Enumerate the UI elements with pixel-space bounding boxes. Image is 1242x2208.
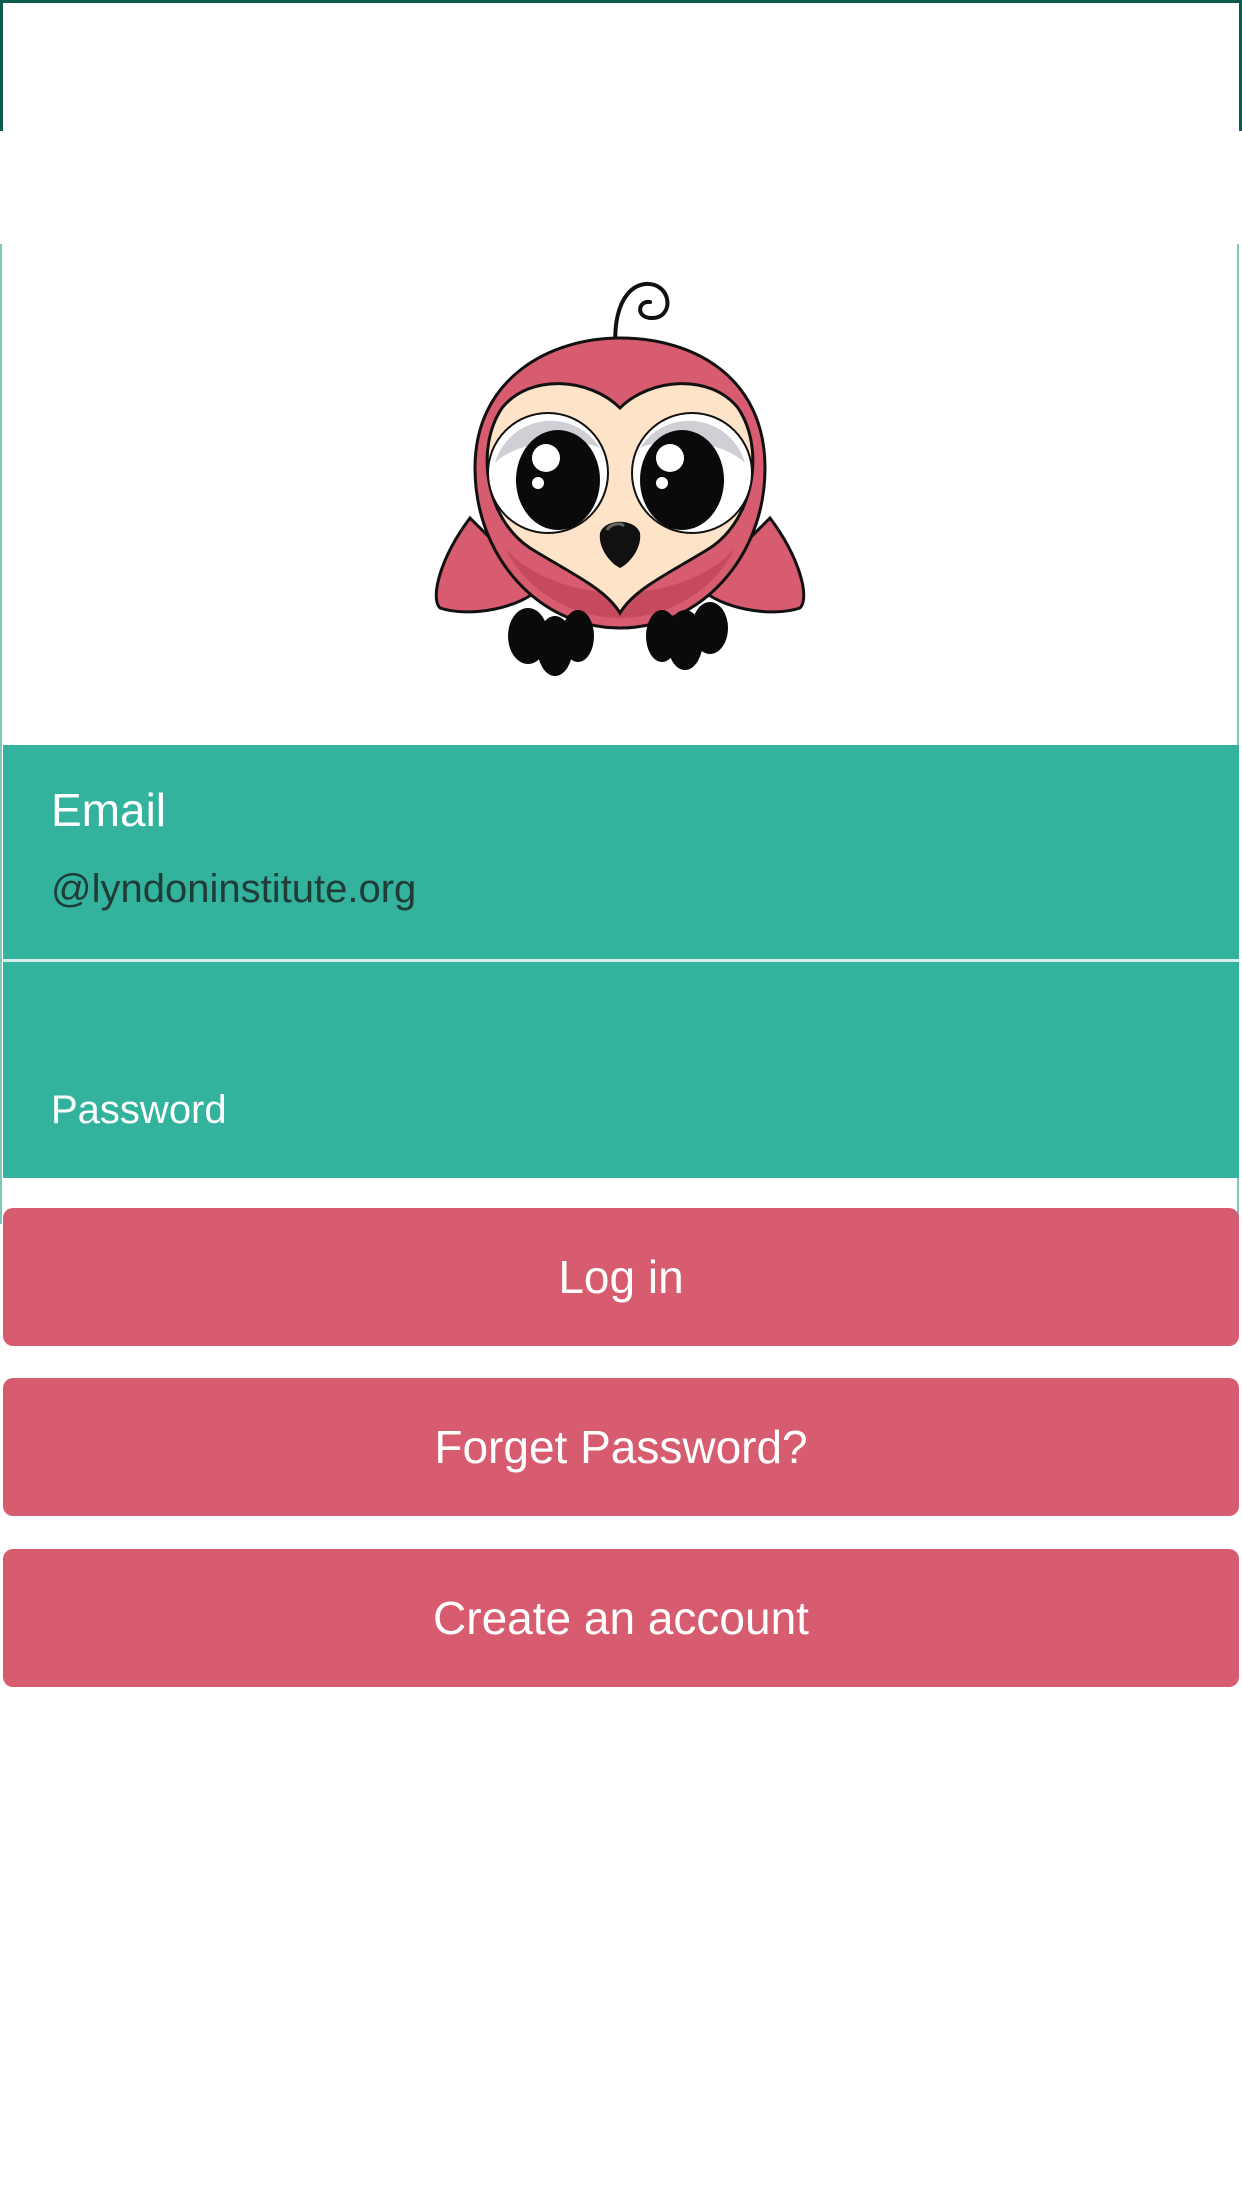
create-account-button[interactable]: Create an account bbox=[3, 1549, 1239, 1687]
login-button[interactable]: Log in bbox=[3, 1208, 1239, 1346]
password-field[interactable]: Password bbox=[3, 962, 1239, 1178]
email-input[interactable]: @lyndoninstitute.org bbox=[51, 867, 416, 912]
email-label: Email bbox=[51, 784, 167, 836]
forget-password-button[interactable]: Forget Password? bbox=[3, 1378, 1239, 1516]
owl-mascot-icon bbox=[410, 268, 830, 678]
frame-left-border bbox=[0, 244, 2, 1224]
password-input-placeholder[interactable]: Password bbox=[51, 1088, 227, 1133]
email-field[interactable]: Email @lyndoninstitute.org bbox=[3, 745, 1239, 959]
top-header-bar bbox=[0, 0, 1242, 131]
